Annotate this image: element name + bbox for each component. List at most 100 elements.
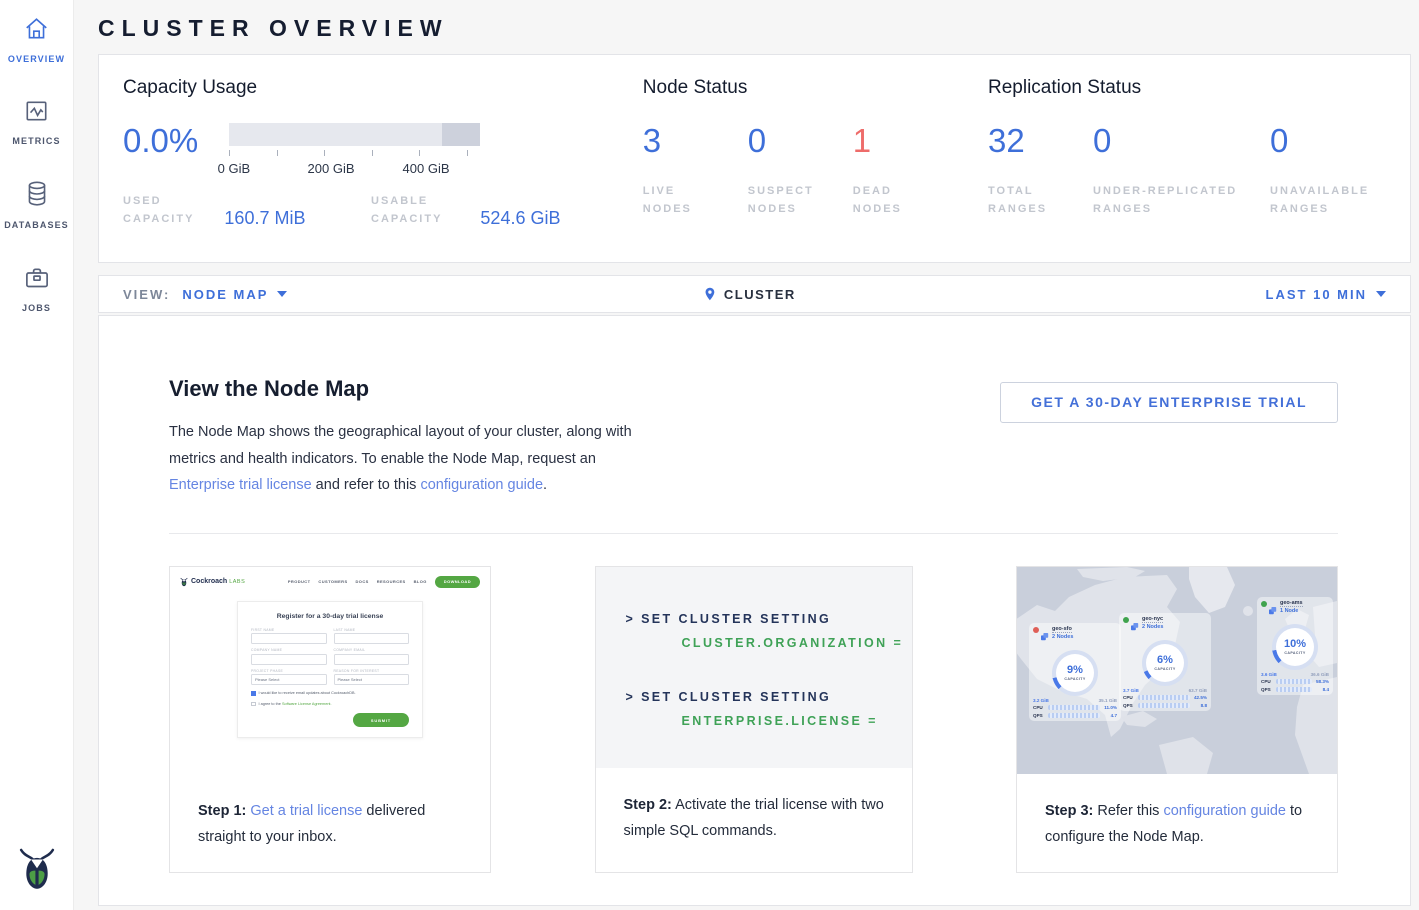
sql-commands-preview: > SET CLUSTER SETTING CLUSTER.ORGANIZATI… (596, 567, 912, 768)
jobs-icon (23, 264, 51, 296)
capacity-gauge: 0 GiB 200 GiB 400 GiB (229, 123, 484, 177)
status-dot-icon (1261, 601, 1267, 607)
mini-company-name-field (251, 654, 327, 665)
sidebar: OVERVIEW METRICS DATABASES JOBS (0, 0, 74, 910)
mini-nav-customers: CUSTOMERS (318, 579, 347, 584)
mini-company-email-field (334, 654, 410, 665)
node-map-preview: geo-sfo2 Nodes 9%CAPACITY 3.2 GiB35.1 Gi… (1017, 567, 1337, 774)
trial-registration-screenshot: Cockroach LABS PRODUCT CUSTOMERS DOCS RE… (170, 567, 490, 774)
mini-nav-resources: RESOURCES (377, 579, 406, 584)
enterprise-trial-license-link[interactable]: Enterprise trial license (169, 477, 312, 493)
mini-license-checkbox (251, 702, 256, 707)
node-status-title: Node Status (643, 77, 988, 99)
step-3-card: geo-sfo2 Nodes 9%CAPACITY 3.2 GiB35.1 Gi… (1016, 566, 1338, 873)
sidebar-item-label: OVERVIEW (8, 54, 65, 64)
cluster-summary-card: Capacity Usage 0.0% (98, 54, 1411, 263)
step-3-caption: Step 3: Refer this configuration guide t… (1017, 774, 1337, 850)
mini-nav-docs: DOCS (356, 579, 369, 584)
configuration-guide-link[interactable]: configuration guide (420, 477, 543, 493)
mini-download-button: DOWNLOAD (435, 576, 480, 588)
node-map-widget-nyc: geo-nyc2 Nodes 6%CAPACITY 3.7 GiB63.7 Gi… (1119, 613, 1211, 711)
total-ranges-value: 32 (988, 123, 1093, 182)
mini-project-phase-select: Please Select (251, 674, 327, 685)
qps-sparkline (1048, 713, 1100, 718)
mini-nav-product: PRODUCT (288, 579, 311, 584)
mini-reason-select: Please Select (334, 674, 410, 685)
gauge-tick-label: 400 GiB (403, 161, 450, 176)
node-map-panel: View the Node Map The Node Map shows the… (98, 315, 1411, 906)
gauge-tick (372, 150, 373, 156)
cockroachdb-logo (18, 847, 56, 896)
unavailable-ranges-value: 0 (1270, 123, 1410, 182)
node-map-description: The Node Map shows the geographical layo… (169, 419, 632, 499)
dead-nodes-value: 1 (853, 123, 958, 182)
capacity-donut: 6%CAPACITY (1142, 640, 1188, 686)
used-capacity-label: USED CAPACITY (123, 192, 194, 228)
cpu-sparkline (1138, 695, 1190, 700)
home-icon (23, 16, 50, 47)
mini-trial-form: Register for a 30-day trial license FIRS… (237, 601, 423, 739)
node-map-heading: View the Node Map (169, 376, 632, 402)
cpu-sparkline (1048, 705, 1100, 710)
gauge-tick (277, 150, 278, 156)
usable-capacity-label: USABLE CAPACITY (371, 192, 442, 228)
chevron-down-icon (277, 291, 287, 297)
sidebar-item-overview[interactable]: OVERVIEW (0, 16, 73, 64)
step-2-caption: Step 2: Activate the trial license with … (596, 768, 912, 844)
time-range-dropdown[interactable]: LAST 10 MIN (1266, 287, 1386, 302)
sidebar-item-label: METRICS (12, 136, 60, 146)
live-nodes-value: 3 (643, 123, 748, 182)
gauge-tick (467, 150, 468, 156)
cockroach-labs-logo: Cockroach LABS (180, 577, 245, 587)
total-ranges-stat: 32 TOTAL RANGES (988, 123, 1093, 218)
configuration-guide-link[interactable]: configuration guide (1163, 803, 1286, 819)
node-status-section: Node Status 3 LIVE NODES 0 SUSPECT NODES (643, 77, 988, 262)
capacity-donut: 10%CAPACITY (1272, 624, 1318, 670)
suspect-nodes-stat: 0 SUSPECT NODES (748, 123, 853, 218)
sidebar-item-databases[interactable]: DATABASES (0, 180, 73, 230)
step-1-caption: Step 1: Get a trial license delivered st… (170, 774, 490, 850)
status-dot-icon (1123, 617, 1129, 623)
view-mode-dropdown[interactable]: NODE MAP (182, 287, 287, 302)
main-content: CLUSTER OVERVIEW Capacity Usage 0.0% (74, 0, 1419, 910)
gauge-tick-label: 200 GiB (308, 161, 355, 176)
mini-updates-checkbox (251, 691, 256, 696)
view-label: VIEW: (123, 287, 170, 302)
metrics-icon (23, 98, 50, 129)
chevron-down-icon (1376, 291, 1386, 297)
gauge-tick-label: 0 GiB (218, 161, 251, 176)
capacity-donut: 9%CAPACITY (1052, 650, 1098, 696)
gauge-reserved-segment (442, 123, 480, 146)
mini-submit-button: SUBMIT (353, 713, 409, 727)
get-enterprise-trial-button[interactable]: GET A 30-DAY ENTERPRISE TRIAL (1000, 382, 1338, 423)
nodes-cube-icon (1041, 628, 1049, 646)
cpu-sparkline (1276, 679, 1312, 684)
qps-sparkline (1276, 687, 1312, 692)
under-replicated-ranges-stat: 0 UNDER-REPLICATED RANGES (1093, 123, 1270, 218)
sidebar-item-label: JOBS (22, 303, 51, 313)
step-2-card: > SET CLUSTER SETTING CLUSTER.ORGANIZATI… (595, 566, 913, 873)
dead-nodes-stat: 1 DEAD NODES (853, 123, 958, 218)
view-bar: VIEW: NODE MAP CLUSTER LAST 10 MIN (98, 275, 1411, 313)
get-trial-license-link[interactable]: Get a trial license (250, 803, 362, 819)
sidebar-item-jobs[interactable]: JOBS (0, 264, 73, 313)
status-dot-icon (1033, 627, 1039, 633)
sidebar-item-label: DATABASES (4, 220, 69, 230)
sidebar-item-metrics[interactable]: METRICS (0, 98, 73, 146)
node-map-widget-sfo: geo-sfo2 Nodes 9%CAPACITY 3.2 GiB35.1 Gi… (1029, 623, 1121, 721)
mini-last-name-field (334, 633, 410, 644)
gauge-tick (419, 150, 420, 156)
divider (169, 533, 1338, 534)
used-capacity-value: 160.7 MiB (224, 208, 305, 228)
nodes-cube-icon (1131, 618, 1139, 636)
suspect-nodes-value: 0 (748, 123, 853, 182)
mini-nav-blog: BLOG (414, 579, 427, 584)
mini-first-name-field (251, 633, 327, 644)
replication-status-title: Replication Status (988, 77, 1410, 99)
replication-status-section: Replication Status 32 TOTAL RANGES 0 UND… (988, 77, 1410, 262)
unavailable-ranges-stat: 0 UNAVAILABLE RANGES (1270, 123, 1410, 218)
step-1-card: Cockroach LABS PRODUCT CUSTOMERS DOCS RE… (169, 566, 491, 873)
databases-icon (24, 180, 50, 213)
capacity-percent: 0.0% (123, 123, 229, 177)
capacity-usage-title: Capacity Usage (123, 77, 643, 99)
